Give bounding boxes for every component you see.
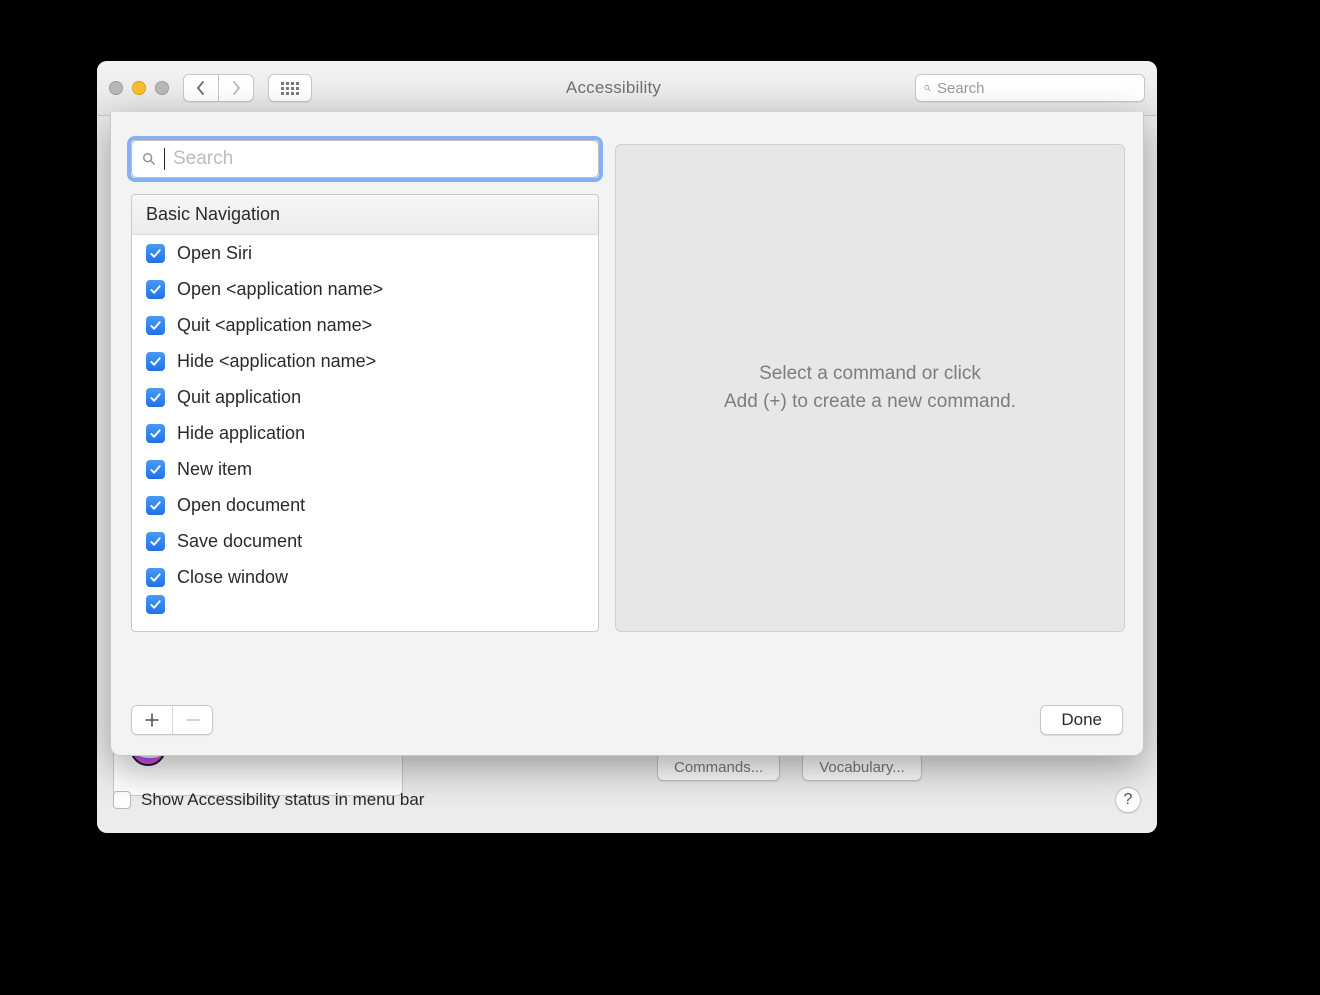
check-icon [149, 247, 162, 260]
toolbar-search-field[interactable] [915, 74, 1145, 102]
check-icon [149, 283, 162, 296]
search-icon [142, 152, 156, 166]
forward-button[interactable] [218, 74, 254, 102]
command-row[interactable]: Quit application [132, 379, 598, 415]
command-label: Quit <application name> [177, 315, 372, 336]
command-row[interactable]: Hide application [132, 415, 598, 451]
command-label: Save document [177, 531, 302, 552]
command-checkbox[interactable] [146, 496, 165, 515]
help-button[interactable]: ? [1115, 787, 1141, 813]
check-icon [149, 427, 162, 440]
check-icon [149, 319, 162, 332]
done-button[interactable]: Done [1040, 705, 1123, 735]
chevron-right-icon [231, 81, 241, 95]
sheet-search-field[interactable] [131, 140, 599, 178]
minus-icon [186, 713, 200, 727]
minimize-window-button[interactable] [132, 81, 146, 95]
command-label: Open <application name> [177, 279, 383, 300]
window-body: Siri Commands... Vocabulary... Show Acce… [97, 116, 1157, 833]
command-rows-container: Open Siri Open <application name> Quit <ap… [132, 235, 598, 617]
check-icon [149, 391, 162, 404]
command-checkbox[interactable] [146, 388, 165, 407]
plus-icon [145, 713, 159, 727]
command-checkbox[interactable] [146, 460, 165, 479]
command-row[interactable]: Open document [132, 487, 598, 523]
check-icon [149, 355, 162, 368]
command-label: Open Siri [177, 243, 252, 264]
add-remove-segment [131, 705, 213, 735]
vocabulary-button-bg[interactable]: Vocabulary... [802, 753, 922, 781]
preferences-window: Accessibility Siri Commands... Vocabular… [97, 61, 1157, 833]
group-header: Basic Navigation [132, 195, 598, 235]
status-checkbox[interactable] [113, 791, 131, 809]
window-controls [109, 81, 169, 95]
command-checkbox[interactable] [146, 424, 165, 443]
check-icon [149, 598, 162, 611]
command-checkbox[interactable] [146, 568, 165, 587]
command-row[interactable]: Open <application name> [132, 271, 598, 307]
command-row[interactable]: Save document [132, 523, 598, 559]
command-checkbox[interactable] [146, 244, 165, 263]
zoom-window-button[interactable] [155, 81, 169, 95]
check-icon [149, 463, 162, 476]
check-icon [149, 499, 162, 512]
grid-icon [281, 82, 299, 95]
command-row[interactable]: New item [132, 451, 598, 487]
command-checkbox[interactable] [146, 316, 165, 335]
titlebar: Accessibility [97, 61, 1157, 116]
command-label: Hide <application name> [177, 351, 376, 372]
command-checkbox[interactable] [146, 532, 165, 551]
nav-back-forward [183, 74, 254, 102]
sheet-search-input[interactable] [173, 148, 588, 170]
chevron-left-icon [196, 81, 206, 95]
command-label: Open document [177, 495, 305, 516]
toolbar-search-input[interactable] [937, 80, 1136, 97]
check-icon [149, 535, 162, 548]
check-icon [149, 571, 162, 584]
command-label: Quit application [177, 387, 301, 408]
close-window-button[interactable] [109, 81, 123, 95]
show-all-button[interactable] [268, 74, 312, 102]
command-label: Hide application [177, 423, 305, 444]
search-icon [924, 81, 931, 95]
command-label: New item [177, 459, 252, 480]
command-checkbox[interactable] [146, 352, 165, 371]
status-checkbox-row[interactable]: Show Accessibility status in menu bar [113, 790, 424, 810]
footer-row: Show Accessibility status in menu bar ? [113, 785, 1141, 815]
command-row[interactable]: Hide <application name> [132, 343, 598, 379]
commands-sheet: Basic Navigation Open Siri Open <applicat… [110, 112, 1144, 756]
remove-command-button[interactable] [172, 706, 212, 734]
back-button[interactable] [183, 74, 218, 102]
help-icon: ? [1124, 791, 1133, 809]
command-row[interactable]: Quit <application name> [132, 307, 598, 343]
detail-line-2: Add (+) to create a new command. [724, 388, 1016, 417]
command-row[interactable]: Close window [132, 559, 598, 595]
detail-pane: Select a command or click Add (+) to cre… [615, 144, 1125, 632]
commands-button-bg[interactable]: Commands... [657, 753, 780, 781]
command-label: Close window [177, 567, 288, 588]
status-checkbox-label: Show Accessibility status in menu bar [141, 790, 424, 810]
command-row[interactable]: Open Siri [132, 235, 598, 271]
command-checkbox[interactable] [146, 280, 165, 299]
background-buttons: Commands... Vocabulary... [657, 753, 922, 781]
command-checkbox[interactable] [146, 595, 165, 614]
command-row[interactable]: Minimize window [132, 595, 598, 617]
add-command-button[interactable] [132, 706, 172, 734]
window-title: Accessibility [326, 78, 901, 98]
command-list[interactable]: Basic Navigation Open Siri Open <applicat… [131, 194, 599, 632]
detail-line-1: Select a command or click [759, 360, 981, 389]
text-cursor [164, 148, 165, 170]
